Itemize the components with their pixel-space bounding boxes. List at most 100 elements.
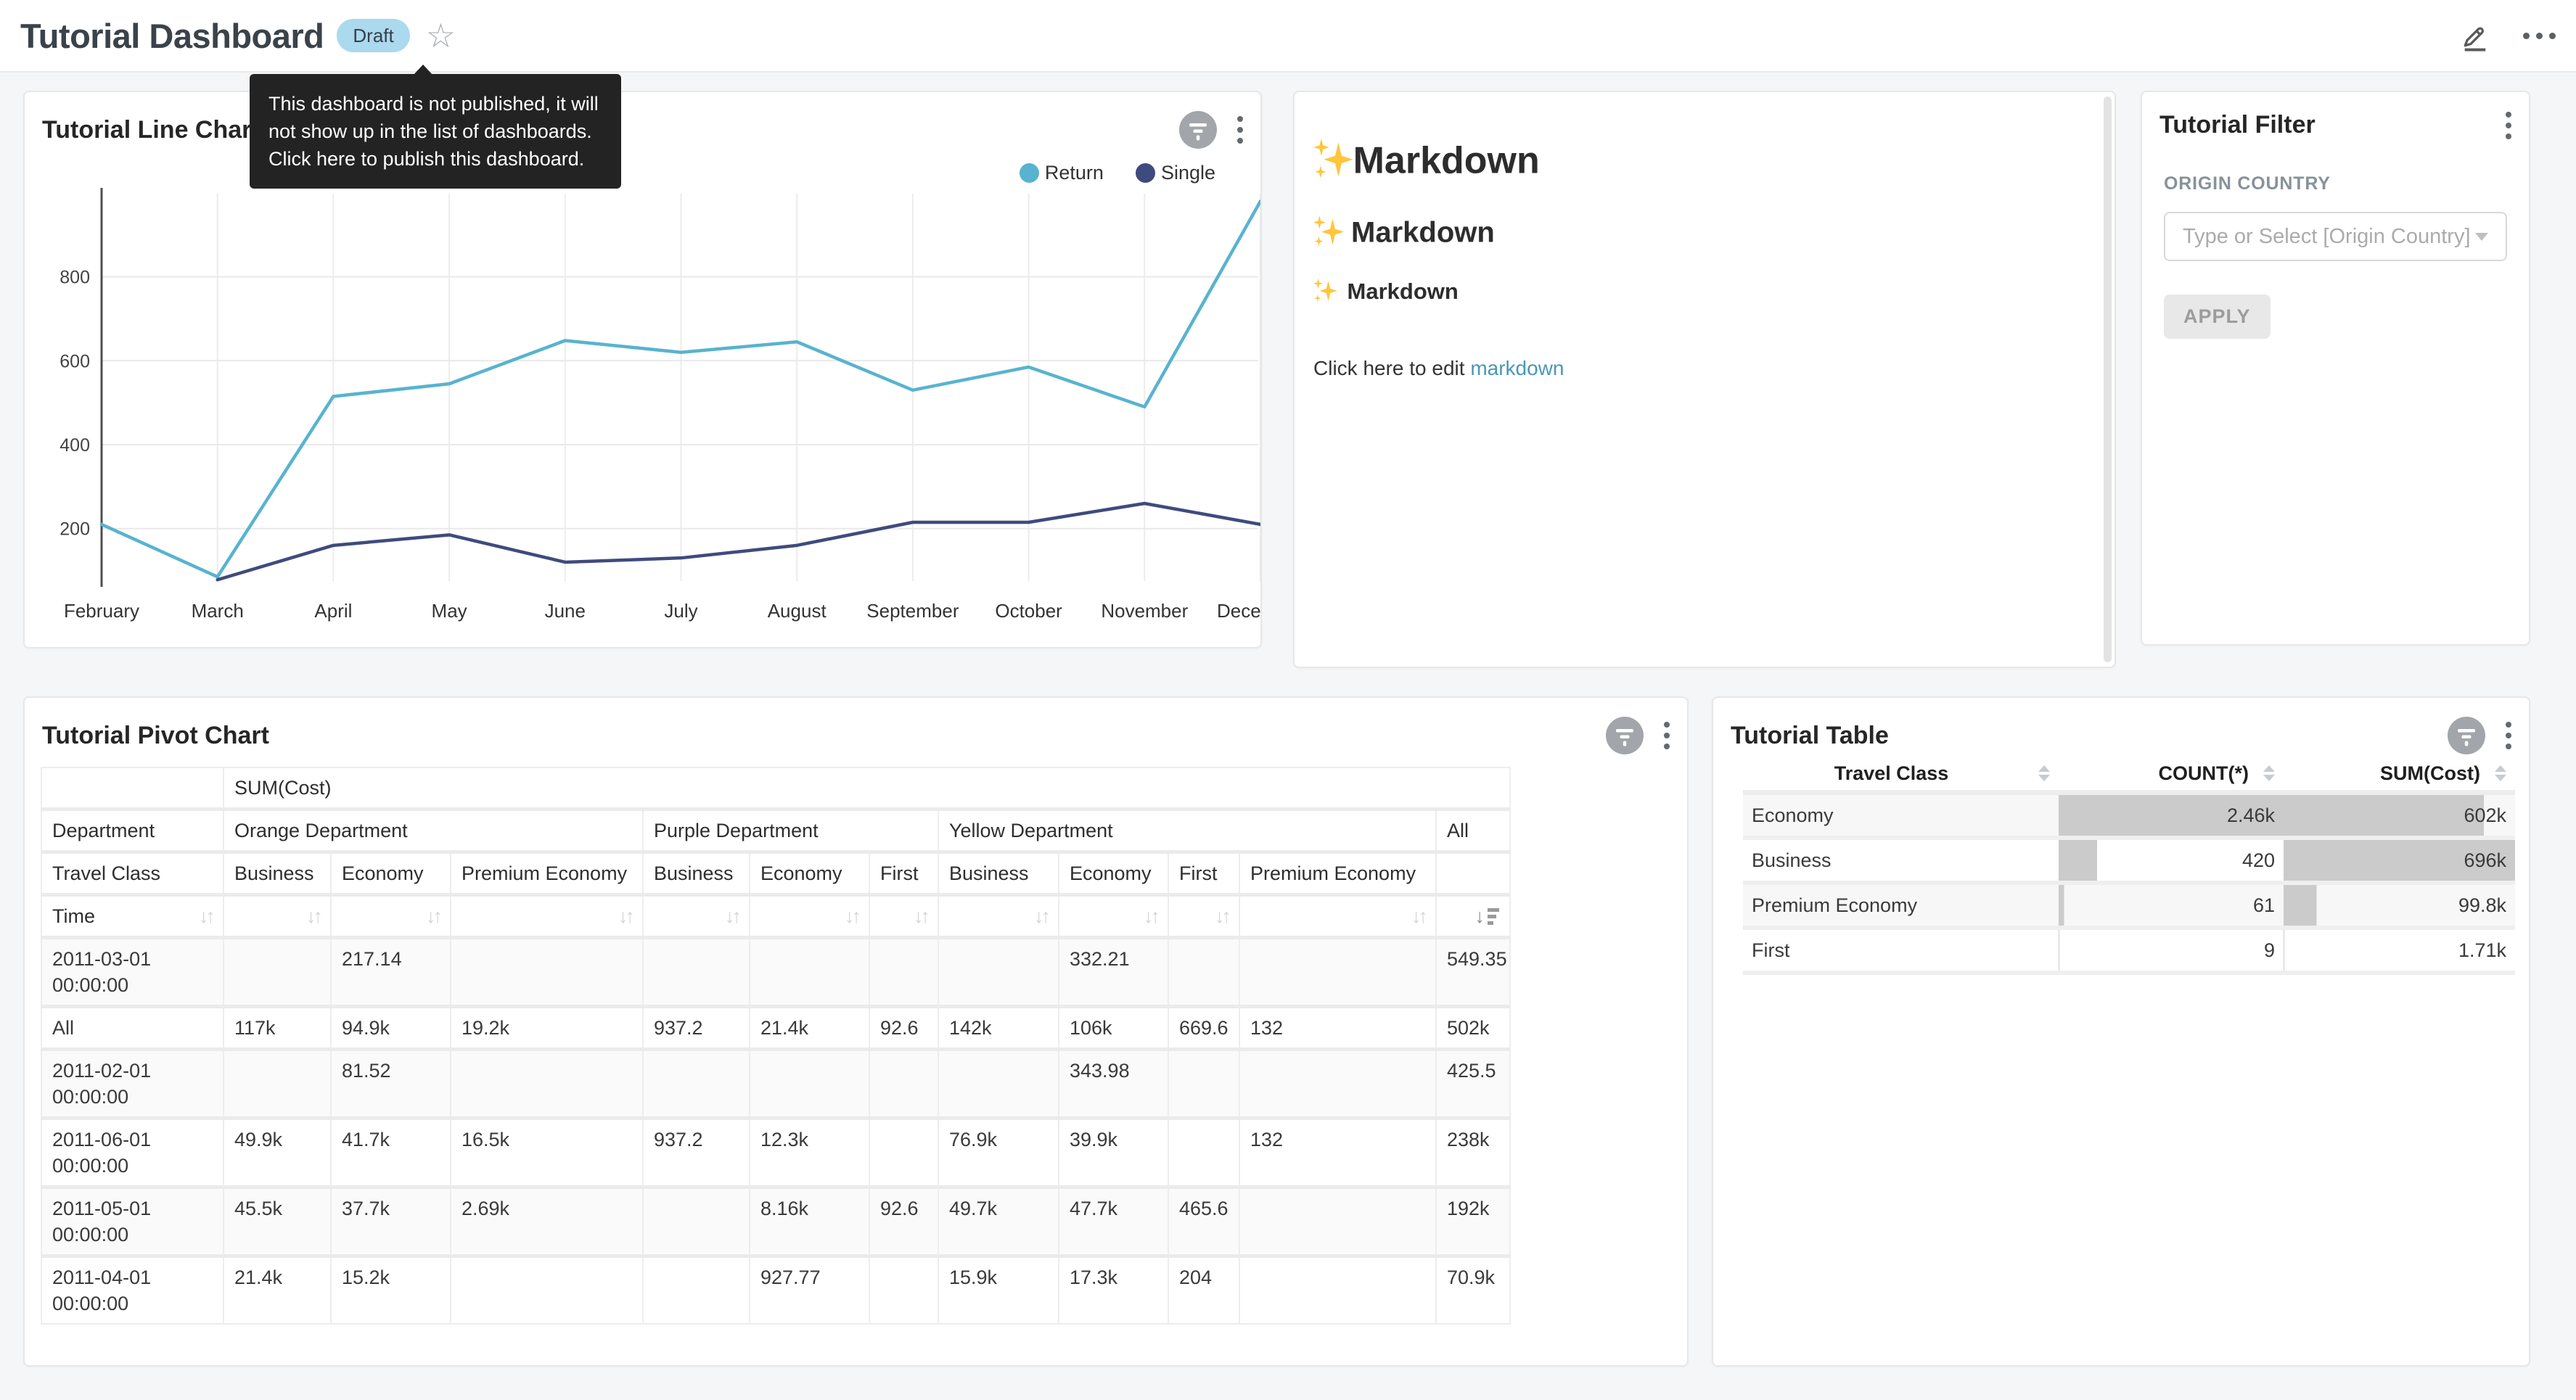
legend-item-return[interactable]: Return bbox=[1020, 162, 1104, 184]
cell-sum-cost: 1.71k bbox=[2284, 928, 2515, 973]
pivot-sort-cell: ↓↑ bbox=[750, 895, 869, 938]
filter-indicator-button[interactable] bbox=[1606, 717, 1644, 754]
y-axis-tick: 200 bbox=[60, 519, 90, 540]
y-axis-tick: 600 bbox=[60, 351, 90, 371]
column-header-travel-class[interactable]: Travel Class bbox=[1743, 757, 2059, 793]
pivot-class-header: First bbox=[1168, 852, 1239, 895]
sort-desc-icon[interactable]: ↓ bbox=[1475, 903, 1500, 929]
sparkles-icon bbox=[1313, 215, 1344, 246]
pivot-cell: 49.9k bbox=[223, 1119, 331, 1187]
markdown-h1: Markdown bbox=[1313, 139, 2090, 182]
dashboard-header: Tutorial Dashboard Draft ☆ bbox=[0, 0, 2576, 73]
filter-indicator-button[interactable] bbox=[1179, 111, 1217, 149]
sort-arrows-icon[interactable]: ↓↑ bbox=[1411, 903, 1425, 929]
pivot-cell bbox=[869, 1119, 938, 1187]
pivot-cell: 37.7k bbox=[331, 1187, 451, 1256]
sort-arrows-icon[interactable]: ↓↑ bbox=[1144, 903, 1157, 929]
pivot-row-header: 2011-04-01 00:00:00 bbox=[41, 1256, 223, 1325]
x-axis-label: August bbox=[768, 600, 827, 622]
funnel-circle-icon bbox=[2448, 717, 2485, 754]
origin-country-select[interactable]: Type or Select [Origin Country] bbox=[2164, 212, 2507, 261]
cell-count: 9 bbox=[2059, 928, 2284, 973]
pivot-cell: 937.2 bbox=[643, 1007, 750, 1050]
pivot-cell: 669.6 bbox=[1168, 1007, 1239, 1050]
sparkles-icon bbox=[1313, 279, 1337, 302]
pivot-sort-cell: ↓↑ bbox=[1239, 895, 1436, 938]
x-axis-label: February bbox=[64, 600, 139, 622]
panel-menu-button[interactable] bbox=[1237, 116, 1243, 144]
cell-sum-cost: 696k bbox=[2284, 838, 2515, 883]
pivot-cell: 332.21 bbox=[1059, 938, 1168, 1007]
sort-carets-icon bbox=[2038, 765, 2050, 781]
pivot-cell bbox=[1239, 1256, 1436, 1325]
status-badge[interactable]: Draft bbox=[337, 19, 409, 52]
pivot-cell bbox=[451, 1050, 643, 1119]
publish-tooltip-text: This dashboard is not published, it will… bbox=[268, 93, 599, 170]
sort-arrows-icon[interactable]: ↓↑ bbox=[306, 903, 320, 929]
pivot-cell bbox=[1239, 938, 1436, 1007]
pivot-class-header: Premium Economy bbox=[451, 852, 643, 895]
filter-indicator-button[interactable] bbox=[2448, 717, 2485, 754]
pivot-sort-cell: ↓↑ bbox=[869, 895, 938, 938]
x-axis-label: May bbox=[432, 600, 467, 622]
pivot-cell bbox=[1239, 1050, 1436, 1119]
pivot-class-header: Business bbox=[223, 852, 331, 895]
scrollbar[interactable] bbox=[2104, 96, 2112, 662]
column-header-count[interactable]: COUNT(*) bbox=[2059, 757, 2284, 793]
pivot-sort-cell: ↓↑ bbox=[643, 895, 750, 938]
sort-arrows-icon[interactable]: ↓↑ bbox=[725, 903, 739, 929]
legend-dot bbox=[1136, 163, 1155, 183]
legend-label: Single bbox=[1161, 162, 1215, 184]
markdown-paragraph: Click here to edit markdown bbox=[1313, 357, 2090, 380]
panel-markdown[interactable]: Markdown Markdown Markdown Click here to… bbox=[1293, 91, 2116, 668]
sort-arrows-icon[interactable]: ↓↑ bbox=[199, 903, 213, 929]
pivot-row: All117k94.9k19.2k937.221.4k92.6142k106k6… bbox=[41, 1007, 1510, 1050]
kebab-icon bbox=[1664, 722, 1670, 728]
panel-menu-button[interactable] bbox=[1664, 722, 1670, 749]
sort-arrows-icon[interactable]: ↓↑ bbox=[1034, 903, 1048, 929]
sort-arrows-icon[interactable]: ↓↑ bbox=[1215, 903, 1228, 929]
sort-arrows-icon[interactable]: ↓↑ bbox=[618, 903, 632, 929]
pivot-cell bbox=[869, 938, 938, 1007]
pivot-cell bbox=[1239, 1187, 1436, 1256]
legend-dot bbox=[1020, 163, 1039, 183]
panel-menu-button[interactable] bbox=[2506, 112, 2511, 139]
sort-carets-icon bbox=[2495, 765, 2506, 781]
chevron-down-icon bbox=[2475, 233, 2488, 241]
panel-menu-button[interactable] bbox=[2506, 722, 2511, 749]
chart-legend: Return Single bbox=[1020, 162, 1215, 184]
favorite-star-icon[interactable]: ☆ bbox=[426, 19, 456, 52]
panel-line-chart: Tutorial Line Chart ReturnSingle 2004006… bbox=[23, 91, 1262, 648]
more-options-button[interactable] bbox=[2523, 33, 2556, 39]
edit-dashboard-button[interactable] bbox=[2459, 20, 2491, 52]
pivot-cell bbox=[223, 1050, 331, 1119]
legend-item-single[interactable]: Single bbox=[1136, 162, 1215, 184]
pivot-class-header: First bbox=[869, 852, 938, 895]
pivot-all-header: All bbox=[1436, 810, 1510, 852]
apply-button[interactable]: APPLY bbox=[2164, 295, 2271, 339]
pivot-cell: 937.2 bbox=[643, 1119, 750, 1187]
pivot-row: 2011-02-01 00:00:0081.52343.98425.5 bbox=[41, 1050, 1510, 1119]
pivot-department-header: Orange Department bbox=[223, 810, 643, 852]
pivot-cell: 76.9k bbox=[938, 1119, 1059, 1187]
pivot-cell bbox=[223, 938, 331, 1007]
x-axis-label: April bbox=[314, 600, 352, 622]
markdown-edit-link[interactable]: markdown bbox=[1470, 357, 1564, 379]
column-header-sum-cost[interactable]: SUM(Cost) bbox=[2284, 757, 2515, 793]
pivot-sort-cell: ↓↑ bbox=[1059, 895, 1168, 938]
pivot-cell: 106k bbox=[1059, 1007, 1168, 1050]
sort-arrows-icon[interactable]: ↓↑ bbox=[845, 903, 858, 929]
panel-table: Tutorial Table Travel ClassCOUNT(*)SUM(C… bbox=[1712, 696, 2530, 1367]
pivot-cell: 16.5k bbox=[451, 1119, 643, 1187]
funnel-circle-icon bbox=[1179, 111, 1217, 149]
pivot-cell: 238k bbox=[1436, 1119, 1510, 1187]
pivot-cell bbox=[869, 1050, 938, 1119]
table-row: First91.71k bbox=[1743, 928, 2515, 973]
sort-arrows-icon[interactable]: ↓↑ bbox=[914, 903, 927, 929]
pivot-row: 2011-05-01 00:00:0045.5k37.7k2.69k8.16k9… bbox=[41, 1187, 1510, 1256]
pivot-cell bbox=[750, 938, 869, 1007]
x-axis-label: July bbox=[664, 600, 697, 622]
pivot-cell bbox=[750, 1050, 869, 1119]
cell-sum-cost: 99.8k bbox=[2284, 883, 2515, 928]
sort-arrows-icon[interactable]: ↓↑ bbox=[426, 903, 440, 929]
